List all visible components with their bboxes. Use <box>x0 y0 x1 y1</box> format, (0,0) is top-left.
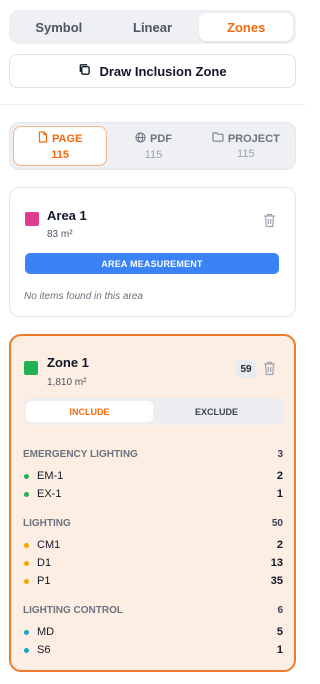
include-exclude-toggle: INCLUDE EXCLUDE <box>23 398 283 425</box>
item-count: 35 <box>270 575 283 587</box>
group-name: EMERGENCY LIGHTING <box>23 449 138 460</box>
scope-tab-project-label: PROJECT <box>227 132 280 145</box>
list-item[interactable]: P1 35 <box>23 575 283 587</box>
list-item[interactable]: MD 5 <box>23 626 283 638</box>
trash-icon[interactable] <box>263 213 277 229</box>
item-count: 13 <box>270 557 283 569</box>
item-name: CM1 <box>37 539 61 551</box>
status-dot <box>24 629 29 635</box>
status-dot <box>24 647 29 653</box>
area-title: Area 1 <box>47 208 87 223</box>
scope-tab-page-count: 115 <box>51 149 70 161</box>
group-name: LIGHTING CONTROL <box>23 605 123 616</box>
area-color-swatch <box>25 212 39 226</box>
list-item[interactable]: S6 1 <box>23 644 283 656</box>
group-name: LIGHTING <box>23 518 71 529</box>
scope-tab-project[interactable]: PROJECT 115 <box>200 126 292 166</box>
group-header[interactable]: EMERGENCY LIGHTING 3 <box>23 449 283 460</box>
list-item[interactable]: EX-1 1 <box>23 488 283 500</box>
exclude-option[interactable]: EXCLUDE <box>153 401 280 422</box>
zone-title: Zone 1 <box>47 355 89 370</box>
trash-icon[interactable] <box>263 361 277 377</box>
item-name: MD <box>37 626 55 638</box>
zone-size: 1,810 m² <box>47 377 87 388</box>
group-header[interactable]: LIGHTING 50 <box>23 518 283 529</box>
tab-symbol[interactable]: Symbol <box>12 13 106 41</box>
status-dot <box>24 491 29 497</box>
item-name: P1 <box>37 575 51 587</box>
empty-area-message: No items found in this area <box>24 291 143 302</box>
area-measurement-button[interactable]: AREA MEASUREMENT <box>25 253 279 274</box>
zone-card[interactable]: Zone 1 1,810 m² 59 INCLUDE EXCLUDE EMERG… <box>9 334 296 672</box>
globe-icon <box>135 131 146 146</box>
area-size: 83 m² <box>47 229 73 240</box>
zone-color-swatch <box>24 361 38 375</box>
area-card[interactable]: Area 1 83 m² AREA MEASUREMENT No items f… <box>9 187 296 317</box>
scope-tabs: PAGE 115 PDF 115 PROJECT 115 <box>9 122 296 170</box>
item-count: 1 <box>276 488 283 500</box>
scope-tab-project-count: 115 <box>237 148 255 160</box>
scope-tab-pdf[interactable]: PDF 115 <box>107 126 199 166</box>
status-dot <box>24 542 29 548</box>
copy-icon <box>78 63 91 79</box>
item-count: 1 <box>276 644 283 656</box>
status-dot <box>24 578 29 584</box>
scope-tab-page[interactable]: PAGE 115 <box>13 126 108 166</box>
scope-tab-pdf-label: PDF <box>149 132 172 145</box>
folder-icon <box>212 132 224 145</box>
item-count: 5 <box>276 626 283 638</box>
tab-zones[interactable]: Zones <box>199 13 294 41</box>
item-count: 2 <box>276 470 283 482</box>
item-name: S6 <box>37 644 51 656</box>
include-option[interactable]: INCLUDE <box>26 401 153 422</box>
tab-linear[interactable]: Linear <box>106 13 200 41</box>
item-count: 2 <box>276 539 283 551</box>
list-item[interactable]: D1 13 <box>23 557 283 569</box>
group-count: 6 <box>277 605 283 616</box>
group-count: 3 <box>277 449 283 460</box>
scope-tab-pdf-count: 115 <box>144 148 163 161</box>
item-name: EM-1 <box>37 470 64 482</box>
draw-inclusion-zone-button[interactable]: Draw Inclusion Zone <box>9 54 296 88</box>
draw-inclusion-zone-label: Draw Inclusion Zone <box>99 63 227 79</box>
list-item[interactable]: CM1 2 <box>23 539 283 551</box>
file-icon <box>38 131 48 146</box>
status-dot <box>24 560 29 566</box>
item-name: EX-1 <box>37 488 62 500</box>
group-count: 50 <box>271 518 283 529</box>
mode-tabs: Symbol Linear Zones <box>9 10 296 44</box>
zone-count-badge: 59 <box>235 360 257 378</box>
scope-tab-page-label: PAGE <box>51 132 83 145</box>
status-dot <box>24 473 29 479</box>
item-name: D1 <box>37 557 52 569</box>
group-header[interactable]: LIGHTING CONTROL 6 <box>23 605 283 616</box>
divider <box>0 104 305 105</box>
list-item[interactable]: EM-1 2 <box>23 470 283 482</box>
